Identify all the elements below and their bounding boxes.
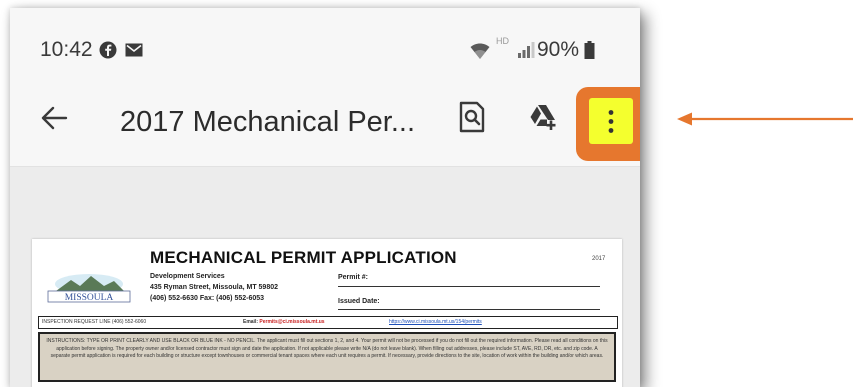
document-title: 2017 Mechanical Per... <box>120 106 416 138</box>
wifi-icon <box>470 43 490 59</box>
signal-icon <box>518 42 535 58</box>
svg-text:MISSOULA: MISSOULA <box>65 293 114 303</box>
issued-date-line <box>338 309 600 310</box>
battery-percent: 90% <box>537 38 580 61</box>
phone-screenshot: 10:42 HD 90% 2017 Mechanical Per... MECH… <box>10 8 640 387</box>
app-bar: 2017 Mechanical Per... <box>10 76 640 167</box>
issued-date-label: Issued Date: <box>338 298 380 305</box>
pdf-address: Development Services 435 Ryman Street, M… <box>150 273 278 302</box>
facebook-icon <box>99 41 117 59</box>
instructions-box: INSTRUCTIONS: TYPE OR PRINT CLEARLY AND … <box>38 332 616 382</box>
mail-icon <box>125 43 143 57</box>
permit-number-line <box>338 286 600 287</box>
pdf-year: 2017 <box>592 256 606 262</box>
pdf-page: MECHANICAL PERMIT APPLICATION 2017 MISSO… <box>32 239 622 387</box>
pdf-viewer[interactable]: MECHANICAL PERMIT APPLICATION 2017 MISSO… <box>10 167 640 387</box>
permit-number-label: Permit #: <box>338 274 368 281</box>
status-bar: 10:42 HD 90% <box>10 8 640 76</box>
more-options-button[interactable] <box>589 98 633 144</box>
permits-link[interactable]: https://www.ci.missoula.mt.us/154/permit… <box>389 319 482 325</box>
more-vert-icon <box>608 110 614 133</box>
inspection-label: INSPECTION REQUEST LINE (406) 552-6060 <box>42 319 147 325</box>
pdf-heading: MECHANICAL PERMIT APPLICATION <box>150 248 457 267</box>
battery-icon <box>584 41 595 59</box>
status-time: 10:42 <box>40 38 93 61</box>
missoula-logo: MISSOULA <box>47 274 131 303</box>
email-row: Email: Permits@ci.missoula.mt.us <box>243 319 325 325</box>
add-to-drive-icon[interactable] <box>528 103 558 131</box>
annotation-arrow <box>677 112 853 126</box>
inspection-row: INSPECTION REQUEST LINE (406) 552-6060 E… <box>38 316 618 329</box>
back-arrow-icon[interactable] <box>40 104 68 132</box>
more-options-highlight[interactable] <box>576 87 640 161</box>
find-in-page-icon[interactable] <box>458 101 486 133</box>
email-link[interactable]: Permits@ci.missoula.mt.us <box>259 319 324 325</box>
network-type: HD <box>496 36 509 46</box>
